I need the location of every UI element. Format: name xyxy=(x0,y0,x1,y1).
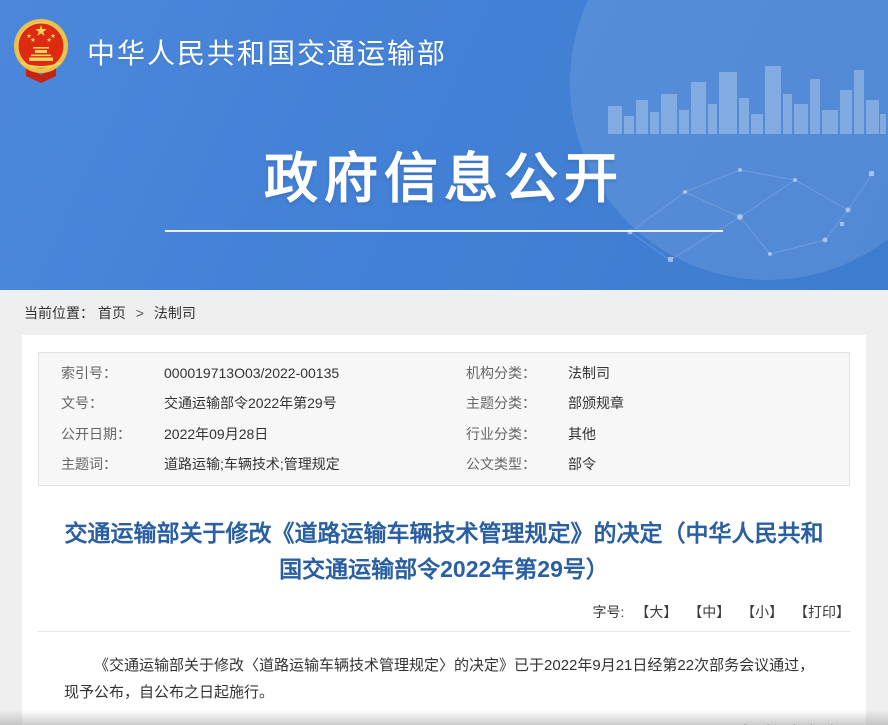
meta-row: 文号： 交通运输部令2022年第29号 主题分类： 部颁规章 xyxy=(39,389,849,420)
meta-label: 公文类型： xyxy=(466,456,568,474)
font-controls: 字号: 【大】 【中】 【小】 【打印】 xyxy=(38,602,850,622)
article-title-line2: 国交通运输部令2022年第29号） xyxy=(279,556,609,582)
article-body: 《交通运输部关于修改〈道路运输车辆技术管理规定〉的决定》已于2022年9月21日… xyxy=(64,653,828,706)
meta-label: 文号： xyxy=(61,395,164,413)
meta-value: 交通运输部令2022年第29号 xyxy=(164,395,466,413)
meta-value: 其他 xyxy=(568,426,849,444)
meta-value: 部颁规章 xyxy=(568,395,849,413)
article-divider xyxy=(38,631,850,632)
article-signature: 部 长 李小鹏 xyxy=(22,721,866,725)
breadcrumb-separator: > xyxy=(136,305,144,321)
meta-value: 000019713O03/2022-00135 xyxy=(164,365,466,383)
meta-label: 行业分类： xyxy=(466,426,568,444)
print-button[interactable]: 【打印】 xyxy=(794,604,850,620)
meta-label: 公开日期： xyxy=(61,426,164,444)
hero-banner: 中华人民共和国交通运输部 政府信息公开 xyxy=(0,0,888,290)
font-size-label: 字号: xyxy=(593,604,625,620)
meta-row: 索引号： 000019713O03/2022-00135 机构分类： 法制司 xyxy=(39,358,849,389)
breadcrumb-label: 当前位置： xyxy=(24,305,94,321)
font-size-small-button[interactable]: 【小】 xyxy=(741,604,783,620)
meta-table: 索引号： 000019713O03/2022-00135 机构分类： 法制司 文… xyxy=(38,352,850,486)
page-banner-title: 政府信息公开 xyxy=(0,134,888,213)
national-emblem-icon xyxy=(13,18,69,86)
article-title-line1: 交通运输部关于修改《道路运输车辆技术管理规定》的决定（中华人民共和 xyxy=(65,520,824,546)
breadcrumb: 当前位置： 首页 > 法制司 xyxy=(0,290,888,335)
meta-value: 2022年09月28日 xyxy=(164,426,466,444)
meta-value: 法制司 xyxy=(568,365,849,383)
breadcrumb-current-link[interactable]: 法制司 xyxy=(154,305,196,321)
meta-value: 部令 xyxy=(568,456,849,474)
font-size-medium-button[interactable]: 【中】 xyxy=(688,604,730,620)
meta-label: 索引号： xyxy=(61,365,164,383)
site-title: 中华人民共和国交通运输部 xyxy=(87,32,447,72)
content-card: 索引号： 000019713O03/2022-00135 机构分类： 法制司 文… xyxy=(22,335,866,725)
meta-row: 主题词： 道路运输;车辆技术;管理规定 公文类型： 部令 xyxy=(39,450,849,481)
meta-label: 主题分类： xyxy=(466,395,568,413)
breadcrumb-home-link[interactable]: 首页 xyxy=(98,305,126,321)
article-title: 交通运输部关于修改《道路运输车辆技术管理规定》的决定（中华人民共和 国交通运输部… xyxy=(56,516,832,587)
font-size-large-button[interactable]: 【大】 xyxy=(635,604,677,620)
meta-label: 主题词： xyxy=(61,456,164,474)
meta-value: 道路运输;车辆技术;管理规定 xyxy=(164,456,466,474)
banner-underline xyxy=(165,230,723,232)
site-header: 中华人民共和国交通运输部 xyxy=(0,0,888,90)
meta-row: 公开日期： 2022年09月28日 行业分类： 其他 xyxy=(39,419,849,450)
meta-label: 机构分类： xyxy=(466,365,568,383)
